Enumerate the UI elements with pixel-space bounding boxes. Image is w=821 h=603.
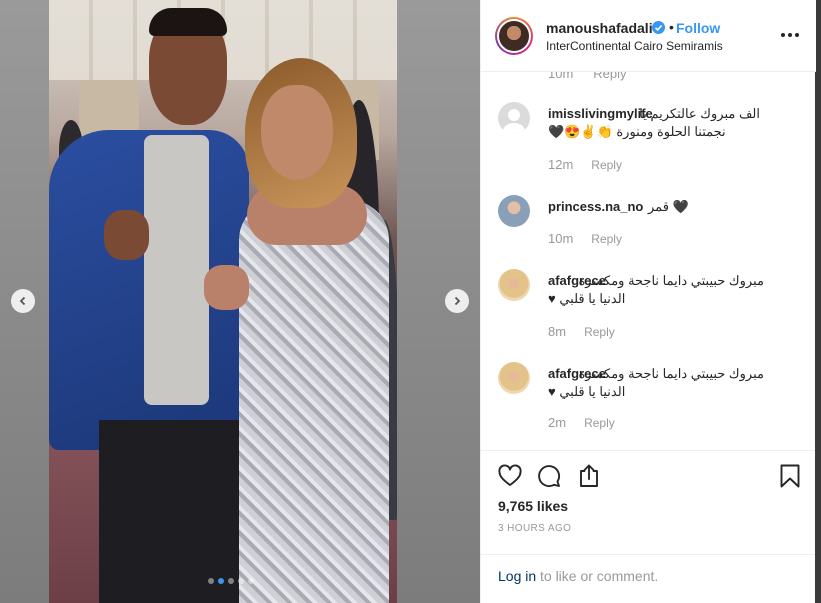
- reply-button[interactable]: Reply: [584, 416, 615, 430]
- carousel-dot: [228, 578, 234, 584]
- login-prompt-text: to like or comment.: [540, 568, 659, 584]
- photo-man-shirt: [144, 135, 209, 405]
- post-header: manoushafadali • Follow InterContinental…: [481, 0, 816, 72]
- photo-woman-hand: [204, 265, 249, 310]
- comment-meta: 12m Reply: [548, 157, 622, 172]
- reply-button[interactable]: Reply: [593, 72, 626, 81]
- avatar[interactable]: [498, 362, 530, 394]
- post-timestamp: 3 HOURS AGO: [498, 523, 572, 534]
- verified-badge-icon: [652, 21, 665, 34]
- comment-time: 8m: [548, 324, 567, 339]
- like-button[interactable]: [497, 463, 523, 489]
- carousel-dot: [218, 578, 224, 584]
- reply-button[interactable]: Reply: [584, 325, 615, 339]
- more-dot: [788, 33, 792, 37]
- post-media: [0, 0, 480, 603]
- comment-meta: 8m Reply: [548, 324, 615, 339]
- location-link[interactable]: InterContinental Cairo Semiramis: [546, 39, 723, 53]
- carousel-dot: [238, 578, 244, 584]
- more-options-icon[interactable]: [781, 27, 801, 43]
- header-username[interactable]: manoushafadali: [546, 20, 653, 36]
- photo-woman-dress: [239, 200, 389, 603]
- photo-man-hand: [104, 210, 149, 260]
- comment-bubble-icon: [538, 465, 561, 488]
- post-side-panel: manoushafadali • Follow InterContinental…: [480, 0, 816, 603]
- post-photo[interactable]: [49, 0, 397, 603]
- comments-list[interactable]: 10m Reply imisslivingmylife الف مبروك عال…: [481, 72, 816, 450]
- post-actions: 9,765 likes 3 HOURS AGO Log in to like o…: [481, 450, 816, 603]
- more-dot: [781, 33, 785, 37]
- comment-text: الف مبروك عالتكريم يا: [639, 106, 760, 121]
- chevron-right-icon: [454, 296, 461, 306]
- photo-man-pants: [99, 420, 249, 603]
- comment-button[interactable]: [536, 463, 562, 489]
- chevron-left-icon: [19, 296, 26, 306]
- likes-count[interactable]: 9,765 likes: [498, 498, 568, 514]
- comment-time: 10m: [548, 72, 574, 81]
- carousel-dot: [208, 578, 214, 584]
- login-link[interactable]: Log in: [498, 568, 536, 584]
- comment-text: الدنيا يا قلبي ♥: [548, 384, 626, 399]
- partial-comment-meta: 10m Reply: [548, 72, 627, 81]
- comment-meta: 2m Reply: [548, 415, 615, 430]
- comment-text: قمر 🖤: [648, 199, 689, 214]
- comment-time: 2m: [548, 415, 567, 430]
- carousel-next-button[interactable]: [445, 289, 469, 313]
- comment-time: 12m: [548, 157, 574, 172]
- comment-time: 10m: [548, 231, 574, 246]
- avatar[interactable]: [498, 102, 530, 134]
- avatar[interactable]: [495, 17, 533, 55]
- more-dot: [795, 33, 799, 37]
- follow-button[interactable]: Follow: [676, 20, 720, 36]
- save-button[interactable]: [777, 463, 803, 489]
- share-icon: [580, 464, 598, 487]
- comment-text: مبروك حبيبتي دايما ناجحة ومكسرة: [578, 366, 764, 381]
- carousel-indicator: [208, 578, 254, 584]
- avatar[interactable]: [498, 195, 530, 227]
- avatar-image: [497, 19, 531, 53]
- comment-text: نجمتنا الحلوة ومنورة 👏✌😍🖤: [548, 124, 726, 139]
- comment-username[interactable]: imisslivingmylife: [548, 106, 653, 121]
- photo-woman-face: [261, 85, 333, 180]
- share-button[interactable]: [576, 463, 602, 489]
- reply-button[interactable]: Reply: [591, 158, 622, 172]
- carousel-dot: [248, 578, 254, 584]
- photo-man-hair: [149, 8, 227, 36]
- comment-text: الدنيا يا قلبي ♥: [548, 291, 626, 306]
- heart-icon: [498, 464, 522, 486]
- comment-username[interactable]: princess.na_no: [548, 199, 643, 214]
- avatar[interactable]: [498, 269, 530, 301]
- header-separator: •: [669, 19, 674, 35]
- login-prompt: Log in to like or comment.: [481, 554, 816, 603]
- window-edge: [815, 0, 821, 603]
- bookmark-icon: [780, 464, 800, 488]
- carousel-prev-button[interactable]: [11, 289, 35, 313]
- comment-text: مبروك حبيبتي دايما ناجحة ومكسرة: [578, 273, 764, 288]
- comment-meta: 10m Reply: [548, 231, 622, 246]
- reply-button[interactable]: Reply: [591, 232, 622, 246]
